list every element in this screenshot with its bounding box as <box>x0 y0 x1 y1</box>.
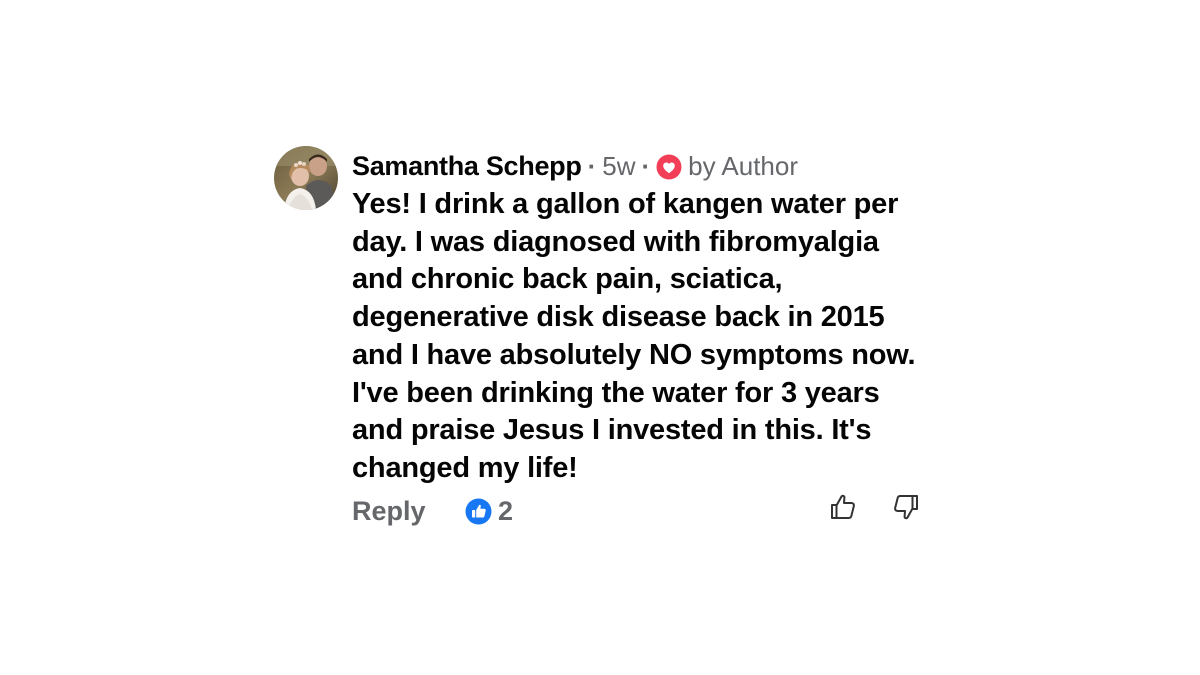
comment-text: Yes! I drink a gallon of kangen water pe… <box>352 188 916 484</box>
timestamp[interactable]: 5w <box>602 151 635 182</box>
profile-photo <box>274 146 338 210</box>
reaction-count: 2 <box>498 495 514 526</box>
author-loved-label: by Author <box>688 150 799 181</box>
comment-content: Samantha Schepp · 5w · by Author Yes! I … <box>352 146 932 532</box>
thumbs-down-icon[interactable] <box>891 492 921 522</box>
heart-icon <box>656 154 682 180</box>
reaction-summary[interactable]: 2 <box>465 496 513 527</box>
thumbs-up-icon[interactable] <box>828 492 858 522</box>
avatar[interactable] <box>274 146 338 210</box>
comment-actions: Reply 2 <box>352 492 932 532</box>
author-name[interactable]: Samantha Schepp <box>352 151 582 182</box>
separator-dot: · <box>641 150 651 181</box>
reply-button[interactable]: Reply <box>352 496 426 527</box>
like-icon <box>465 498 492 525</box>
separator-dot: · <box>587 150 597 181</box>
comment-meta: Samantha Schepp · 5w · by Author <box>352 146 932 186</box>
